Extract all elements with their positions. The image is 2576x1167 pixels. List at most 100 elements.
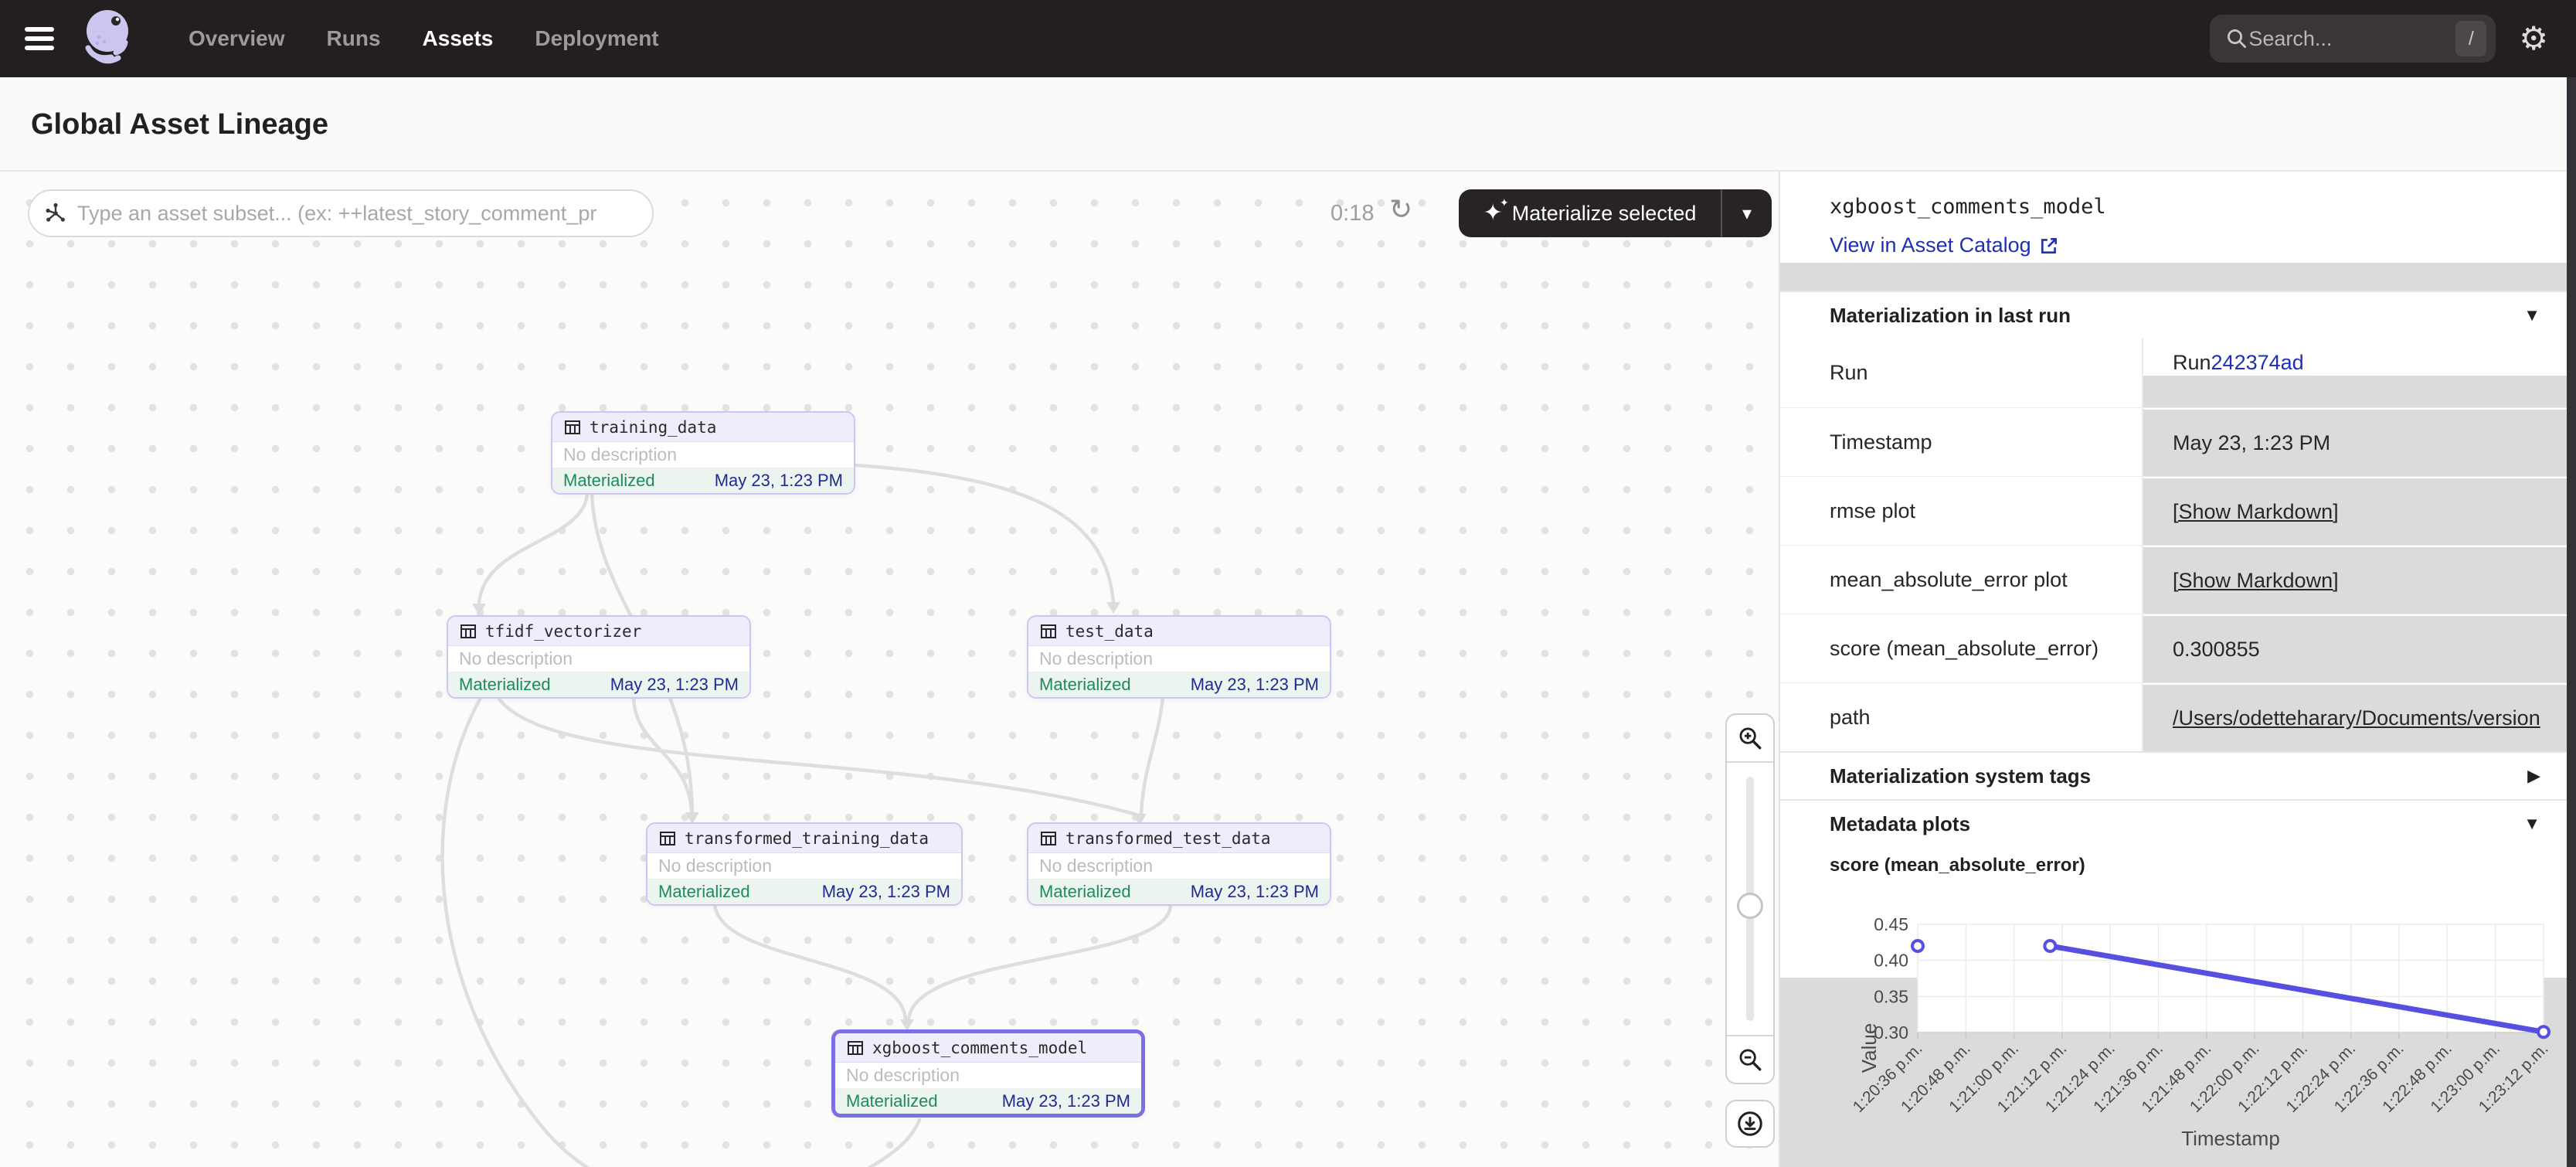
panel-asset-title: xgboost_comments_model bbox=[1830, 195, 2106, 219]
dagster-logo[interactable] bbox=[76, 5, 139, 73]
search-icon bbox=[2225, 27, 2248, 50]
search-input[interactable] bbox=[2248, 27, 2455, 51]
table-icon bbox=[1039, 829, 1058, 848]
metadata-label: rmse plot bbox=[1780, 477, 2143, 545]
metadata-link[interactable]: /Users/odetteharary/Documents/version bbox=[2173, 706, 2540, 730]
metadata-link[interactable]: [Show Markdown] bbox=[2173, 569, 2339, 593]
gear-icon[interactable]: ⚙ bbox=[2519, 22, 2548, 55]
graph-refresh-icon[interactable]: ↻ bbox=[1389, 193, 1412, 226]
zoom-out-button[interactable] bbox=[1727, 1036, 1773, 1083]
lineage-edge bbox=[909, 905, 1171, 1020]
y-tick-label: 0.45 bbox=[1874, 914, 1908, 934]
metadata-row: score (mean_absolute_error) 0.300855 bbox=[1780, 614, 2568, 682]
metadata-text: Run bbox=[2173, 351, 2211, 375]
run-id-link[interactable]: 242374ad bbox=[2211, 351, 2304, 375]
asset-node-transformed-training-data[interactable]: transformed_training_data No description… bbox=[646, 822, 963, 906]
lineage-edge bbox=[799, 1120, 919, 1167]
lineage-edge bbox=[1141, 698, 1163, 815]
table-icon bbox=[459, 622, 477, 641]
score-line-chart: 1:20:36 p.m.1:20:48 p.m.1:21:00 p.m.1:21… bbox=[1780, 867, 2568, 1167]
asset-name: training_data bbox=[590, 418, 716, 437]
download-graph-button[interactable] bbox=[1725, 1100, 1775, 1148]
tab-overview[interactable]: Overview bbox=[189, 26, 285, 51]
asset-status: Materialized bbox=[459, 675, 551, 695]
metadata-label: Timestamp bbox=[1780, 408, 2143, 476]
tab-deployment[interactable]: Deployment bbox=[535, 26, 658, 51]
asset-node-training-data[interactable]: training_data No description Materialize… bbox=[551, 411, 855, 495]
dagster-app: Overview Runs Assets Deployment / ⚙ Glob… bbox=[0, 0, 2576, 1167]
asset-description: No description bbox=[835, 1063, 1141, 1089]
metadata-text: 0.300855 bbox=[2173, 638, 2260, 662]
lineage-edge bbox=[498, 698, 1137, 815]
asset-filter-input[interactable] bbox=[77, 202, 637, 226]
materialize-dropdown-caret[interactable]: ▾ bbox=[1722, 202, 1772, 225]
metadata-value: [Show Markdown] bbox=[2143, 477, 2568, 545]
external-link-icon bbox=[2039, 236, 2059, 256]
metadata-row: rmse plot [Show Markdown] bbox=[1780, 476, 2568, 545]
table-icon bbox=[1039, 622, 1058, 641]
edge-arrowhead bbox=[472, 604, 486, 615]
asset-node-test-data[interactable]: test_data No description MaterializedMay… bbox=[1027, 615, 1331, 699]
view-in-asset-catalog-link[interactable]: View in Asset Catalog bbox=[1830, 233, 2059, 257]
tab-runs[interactable]: Runs bbox=[327, 26, 381, 51]
asset-description: No description bbox=[552, 442, 854, 468]
asset-graph-pane[interactable]: 0:18 ↻ ✦✦ Materialize selected ▾ trainin… bbox=[0, 172, 1779, 1167]
asset-name: test_data bbox=[1065, 622, 1154, 641]
asset-node-tfidf-vectorizer[interactable]: tfidf_vectorizer No description Material… bbox=[447, 615, 751, 699]
metadata-label: score (mean_absolute_error) bbox=[1780, 614, 2143, 682]
metadata-label: Run bbox=[1780, 339, 2143, 407]
asset-timestamp: May 23, 1:23 PM bbox=[822, 882, 950, 902]
y-tick-label: 0.35 bbox=[1874, 986, 1908, 1006]
lineage-edge bbox=[479, 494, 587, 604]
asset-node-xgboost-comments-model[interactable]: xgboost_comments_model No description Ma… bbox=[831, 1029, 1145, 1118]
menu-icon[interactable] bbox=[25, 27, 54, 50]
page-header: Global Asset Lineage ↻ Reload definition… bbox=[0, 77, 2576, 172]
metadata-value: /Users/odetteharary/Documents/version bbox=[2143, 683, 2568, 751]
section-system-tags[interactable]: Materialization system tags ▶ bbox=[1780, 751, 2568, 799]
vertical-scrollbar[interactable] bbox=[2567, 77, 2576, 1167]
section-materialization-last-run[interactable]: Materialization in last run ▼ bbox=[1780, 291, 2568, 339]
tab-assets[interactable]: Assets bbox=[423, 26, 494, 51]
zoom-slider[interactable] bbox=[1727, 761, 1773, 1036]
metadata-row: RunRun 242374ad bbox=[1780, 339, 2568, 407]
metadata-row: path/Users/odetteharary/Documents/versio… bbox=[1780, 682, 2568, 751]
materialize-selected-button[interactable]: ✦✦ Materialize selected ▾ bbox=[1459, 189, 1772, 237]
metadata-link[interactable]: [Show Markdown] bbox=[2173, 500, 2339, 524]
zoom-controls bbox=[1725, 713, 1775, 1084]
asset-detail-panel: xgboost_comments_model View in Asset Cat… bbox=[1779, 172, 2567, 1167]
lineage-edge bbox=[856, 465, 1113, 603]
zoom-in-icon bbox=[1737, 725, 1763, 751]
edge-arrowhead bbox=[1106, 602, 1120, 614]
zoom-slider-handle[interactable] bbox=[1737, 893, 1763, 919]
asset-description: No description bbox=[1028, 853, 1330, 880]
asset-status: Materialized bbox=[1039, 675, 1131, 695]
asset-filter[interactable] bbox=[28, 189, 654, 237]
asset-status: Materialized bbox=[563, 471, 655, 491]
asset-status: Materialized bbox=[658, 882, 750, 902]
data-point bbox=[2044, 941, 2055, 951]
metadata-value: Run 242374ad bbox=[2143, 339, 2568, 407]
asset-description: No description bbox=[448, 646, 749, 672]
metadata-value: [Show Markdown] bbox=[2143, 546, 2568, 614]
asset-description: No description bbox=[647, 853, 961, 880]
metadata-table: RunRun 242374adTimestampMay 23, 1:23 PMr… bbox=[1780, 339, 2568, 751]
asset-name: transformed_test_data bbox=[1065, 829, 1271, 848]
section-metadata-plots[interactable]: Metadata plots ▼ bbox=[1780, 799, 2568, 847]
chevron-down-icon: ▼ bbox=[2523, 305, 2540, 325]
global-search[interactable]: / bbox=[2210, 15, 2496, 63]
metadata-value: 0.300855 bbox=[2143, 614, 2568, 682]
asset-status: Materialized bbox=[1039, 882, 1131, 902]
panel-divider-band bbox=[1780, 263, 2568, 291]
refresh-timer: 0:18 bbox=[1330, 201, 1374, 226]
asset-timestamp: May 23, 1:23 PM bbox=[715, 471, 843, 491]
search-shortcut-badge: / bbox=[2455, 21, 2486, 56]
lineage-edges bbox=[0, 172, 1779, 1167]
chevron-right-icon: ▶ bbox=[2527, 766, 2540, 786]
metadata-label: path bbox=[1780, 683, 2143, 751]
lineage-edge bbox=[715, 905, 906, 1020]
asset-node-transformed-test-data[interactable]: transformed_test_data No description Mat… bbox=[1027, 822, 1331, 906]
metadata-value: May 23, 1:23 PM bbox=[2143, 408, 2568, 476]
metadata-text: May 23, 1:23 PM bbox=[2173, 431, 2330, 455]
asset-name: tfidf_vectorizer bbox=[485, 622, 641, 641]
zoom-in-button[interactable] bbox=[1727, 715, 1773, 761]
